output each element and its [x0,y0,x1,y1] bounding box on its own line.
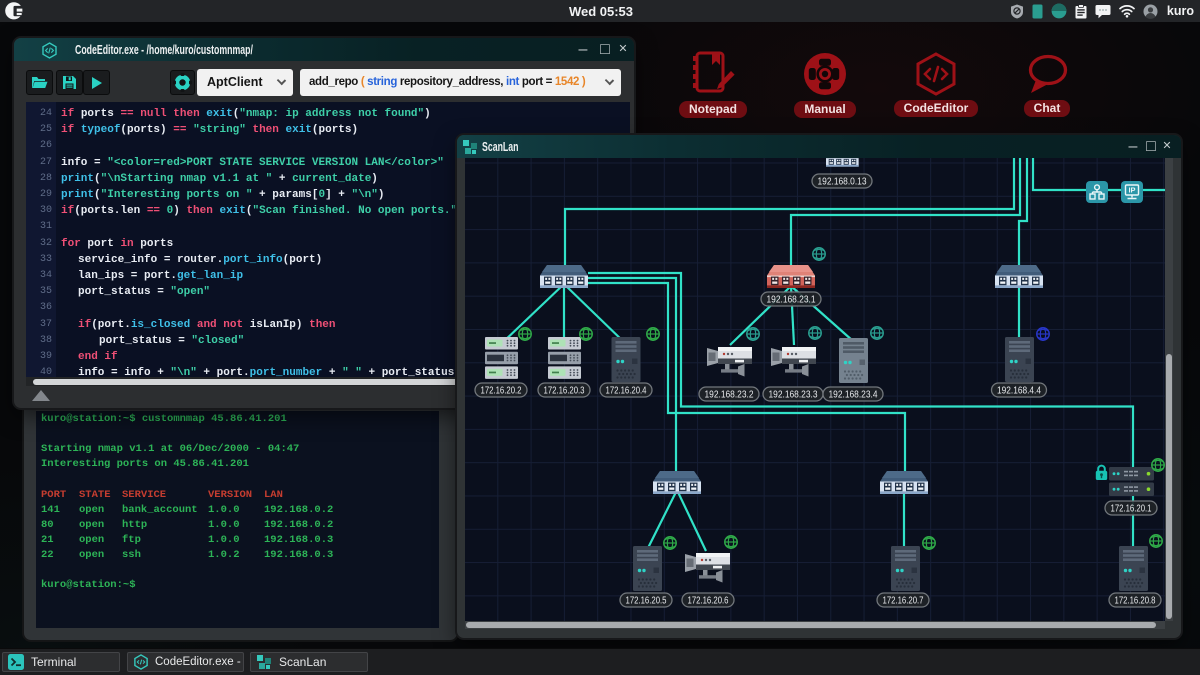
svg-text:172.16.20.3: 172.16.20.3 [544,386,585,397]
svg-text:IP: IP [1128,186,1135,195]
svg-text:192.168.0.13: 192.168.0.13 [818,177,867,188]
svg-text:172.16.20.8: 172.16.20.8 [1115,596,1156,607]
svg-text:172.16.20.4: 172.16.20.4 [606,386,647,397]
svg-text:172.16.20.5: 172.16.20.5 [626,596,667,607]
svg-text:192.168.4.4: 192.168.4.4 [997,386,1041,397]
svg-text:192.168.23.4: 192.168.23.4 [829,390,878,401]
svg-text:192.168.23.2: 192.168.23.2 [705,390,754,401]
svg-text:172.16.20.2: 172.16.20.2 [481,386,522,397]
svg-text:172.16.20.6: 172.16.20.6 [688,596,729,607]
svg-text:172.16.20.7: 172.16.20.7 [883,596,924,607]
svg-text:192.168.23.3: 192.168.23.3 [769,390,818,401]
svg-text:172.16.20.1: 172.16.20.1 [1111,504,1152,515]
svg-text:192.168.23.1: 192.168.23.1 [767,295,816,306]
